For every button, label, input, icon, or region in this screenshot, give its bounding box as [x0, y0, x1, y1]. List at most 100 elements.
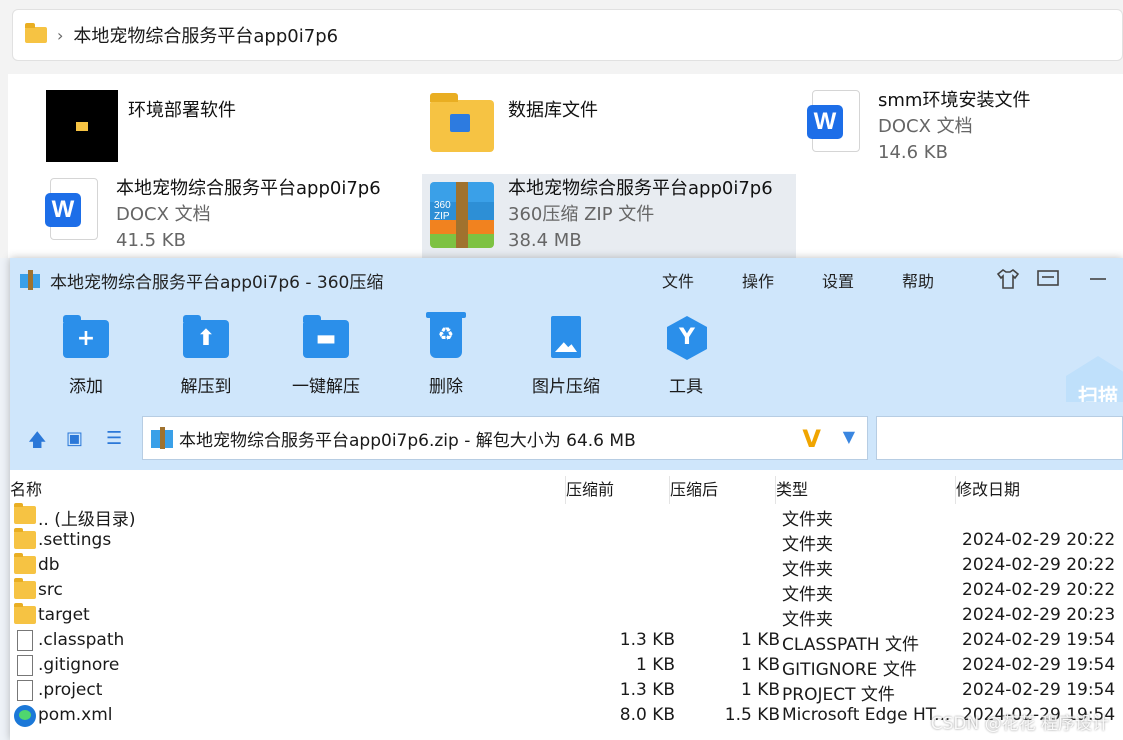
file-icon — [17, 680, 33, 701]
explorer-item-smm-doc[interactable]: W smm环境安装文件 DOCX 文档 14.6 KB — [804, 88, 1030, 166]
tools-button[interactable]: Y 工具 — [626, 316, 746, 397]
one-click-extract-label: 一键解压 — [292, 377, 360, 397]
folder-icon — [14, 553, 36, 574]
list-view-icon[interactable]: ☰ — [106, 428, 122, 449]
search-input[interactable] — [876, 416, 1123, 460]
table-row[interactable]: .. (上级目录) 文件夹 — [10, 503, 1123, 530]
item-name: 环境部署软件 — [128, 100, 236, 121]
cell-name: .settings — [38, 530, 112, 550]
cell-type: 文件夹 — [782, 535, 833, 555]
cell-type: 文件夹 — [782, 560, 833, 580]
chevron-down-icon[interactable]: ▼ — [843, 427, 855, 446]
cell-type: 文件夹 — [782, 610, 833, 630]
add-label: 添加 — [69, 377, 103, 397]
table-row[interactable]: .classpath 1.3 KB 1 KB CLASSPATH 文件 2024-02-… — [10, 629, 1123, 655]
cell-before: 8.0 KB — [619, 705, 675, 725]
cell-type: 文件夹 — [782, 585, 833, 605]
cell-type: CLASSPATH 文件 — [782, 635, 919, 655]
cell-name: .classpath — [38, 630, 125, 650]
image-compress-icon — [551, 316, 581, 358]
cell-name: .gitignore — [38, 655, 120, 675]
add-button[interactable]: + 添加 — [26, 315, 146, 397]
cell-before: 1.3 KB — [619, 630, 675, 650]
archive-path-field[interactable]: 本地宠物综合服务平台app0i7p6.zip - 解包大小为 64.6 MB V… — [142, 416, 868, 460]
cell-after: 1 KB — [740, 680, 780, 700]
address-bar[interactable]: › 本地宠物综合服务平台app0i7p6 — [12, 9, 1123, 61]
edge-browser-icon — [14, 705, 36, 727]
explorer-content: 环境部署软件 数据库文件 W smm环境安装文件 DOCX 文档 14.6 KB… — [8, 74, 1123, 258]
item-name: 本地宠物综合服务平台app0i7p6 — [116, 178, 381, 199]
breadcrumb-current[interactable]: 本地宠物综合服务平台app0i7p6 — [73, 22, 338, 48]
cell-type: GITIGNORE 文件 — [782, 660, 917, 680]
table-row[interactable]: .settings 文件夹 2024-02-29 20:22 — [10, 528, 1123, 555]
menu-help[interactable]: 帮助 — [902, 268, 934, 292]
cell-before: 1.3 KB — [619, 680, 675, 700]
cell-name: .project — [38, 680, 103, 700]
zip-window: 本地宠物综合服务平台app0i7p6 - 360压缩 文件 操作 设置 帮助 +… — [10, 258, 1123, 740]
cell-type: 文件夹 — [782, 510, 833, 530]
minimize-icon[interactable] — [1086, 268, 1110, 290]
cell-date: 2024-02-29 19:54 — [962, 655, 1116, 675]
explorer-item-zip[interactable]: 360 ZIP 本地宠物综合服务平台app0i7p6 360压缩 ZIP 文件 3… — [422, 174, 796, 258]
item-size: 38.4 MB — [508, 230, 582, 251]
file-explorer: › 本地宠物综合服务平台app0i7p6 环境部署软件 数据库文件 W smm环… — [0, 0, 1123, 258]
menu-settings[interactable]: 设置 — [822, 268, 854, 292]
zip-icon — [151, 427, 173, 449]
folder-icon — [14, 528, 36, 549]
path-bar: 🡅 ▣ ☰ 本地宠物综合服务平台app0i7p6.zip - 解包大小为 64.… — [10, 402, 1123, 470]
thumbnail-view-icon[interactable]: ▣ — [66, 428, 83, 449]
folder-icon — [430, 93, 494, 152]
item-type: DOCX 文档 — [116, 204, 211, 225]
folder-icon — [25, 23, 47, 43]
extract-to-label: 解压到 — [180, 377, 232, 397]
explorer-item-env-software[interactable]: 环境部署软件 — [46, 90, 236, 162]
menu-file[interactable]: 文件 — [662, 268, 694, 292]
item-type: 360压缩 ZIP 文件 — [508, 204, 655, 225]
zip-archive-icon: 360 ZIP — [426, 180, 498, 252]
folder-thumbnail — [46, 90, 118, 162]
table-row[interactable]: .project 1.3 KB 1 KB PROJECT 文件 2024-02-29 1… — [10, 679, 1123, 705]
app-icon — [20, 270, 40, 290]
explorer-item-doc[interactable]: W 本地宠物综合服务平台app0i7p6 DOCX 文档 41.5 KB — [42, 176, 381, 254]
shirt-icon[interactable] — [996, 268, 1020, 290]
image-compress-button[interactable]: 图片压缩 — [506, 316, 626, 397]
v-logo-icon[interactable]: V — [802, 425, 821, 453]
cell-date: 2024-02-29 19:54 — [962, 630, 1116, 650]
cell-type: PROJECT 文件 — [782, 685, 895, 705]
table-row[interactable]: db 文件夹 2024-02-29 20:22 — [10, 553, 1123, 580]
folder-icon — [14, 578, 36, 599]
col-date[interactable]: 修改日期 — [956, 476, 1123, 504]
delete-button[interactable]: ♻ 删除 — [386, 312, 506, 397]
item-name: smm环境安装文件 — [878, 90, 1031, 111]
file-icon — [17, 655, 33, 676]
message-icon[interactable] — [1036, 268, 1060, 290]
table-row[interactable]: src 文件夹 2024-02-29 20:22 — [10, 578, 1123, 605]
cell-type: Microsoft Edge HT... — [782, 705, 951, 725]
col-type[interactable]: 类型 — [776, 476, 956, 504]
word-doc-icon: W — [45, 178, 98, 240]
cell-name: db — [38, 555, 60, 575]
add-folder-icon: + — [63, 315, 109, 358]
cell-date: 2024-02-29 20:22 — [962, 555, 1116, 575]
tools-label: 工具 — [669, 377, 703, 397]
delete-label: 删除 — [429, 377, 463, 397]
tools-icon: Y — [667, 316, 707, 360]
col-after[interactable]: 压缩后 — [670, 476, 776, 504]
cell-date: 2024-02-29 19:54 — [962, 680, 1116, 700]
toolbar: + 添加 ⬆ 解压到 ▬ 一键解压 ♻ 删除 图片压缩 Y 工具 扫描 — [10, 302, 1123, 436]
explorer-item-database[interactable]: 数据库文件 — [430, 90, 598, 152]
up-arrow-icon[interactable]: 🡅 — [28, 428, 47, 458]
delete-icon: ♻ — [426, 312, 466, 358]
one-click-extract-button[interactable]: ▬ 一键解压 — [266, 315, 386, 397]
title-bar[interactable]: 本地宠物综合服务平台app0i7p6 - 360压缩 文件 操作 设置 帮助 — [10, 258, 1123, 302]
table-row[interactable]: target 文件夹 2024-02-29 20:23 — [10, 603, 1123, 630]
col-name[interactable]: 名称 — [10, 476, 566, 504]
folder-icon — [14, 603, 36, 624]
menu-operation[interactable]: 操作 — [742, 268, 774, 292]
cell-before: 1 KB — [635, 655, 675, 675]
table-row[interactable]: .gitignore 1 KB 1 KB GITIGNORE 文件 2024-02-29… — [10, 654, 1123, 680]
extract-to-button[interactable]: ⬆ 解压到 — [146, 315, 266, 397]
extract-to-icon: ⬆ — [183, 315, 229, 358]
cell-after: 1 KB — [740, 655, 780, 675]
col-before[interactable]: 压缩前 — [566, 476, 670, 504]
